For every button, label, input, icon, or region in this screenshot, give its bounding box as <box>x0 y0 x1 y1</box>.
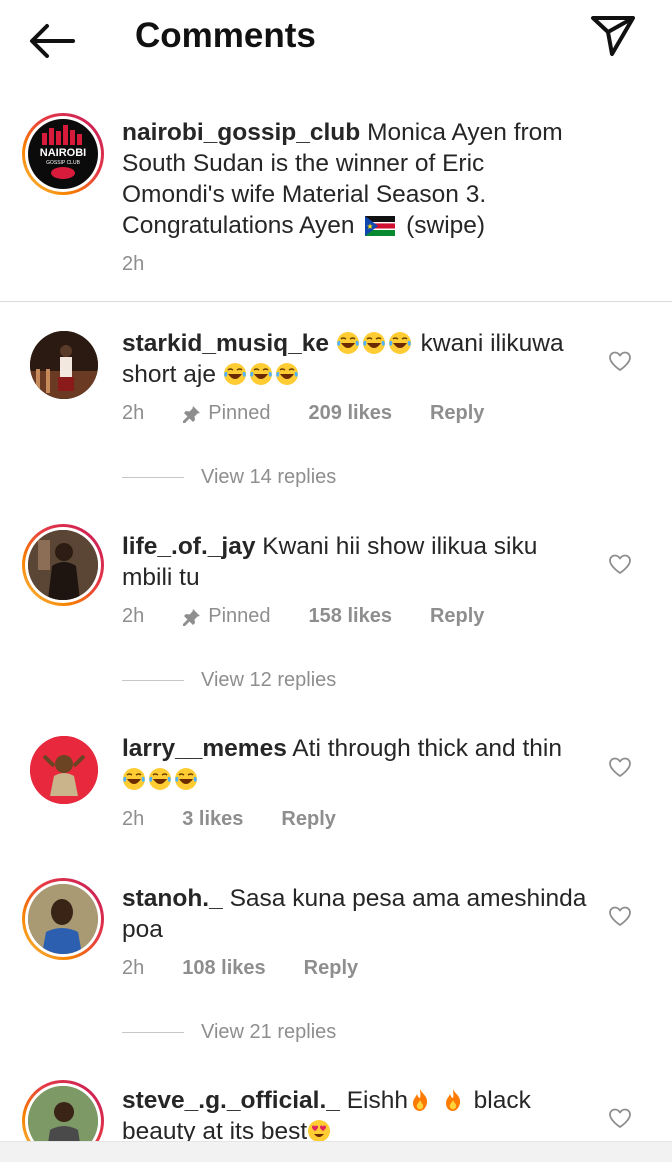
user-photo <box>30 736 98 804</box>
replies-divider <box>122 477 184 478</box>
reply-button[interactable]: Reply <box>281 808 335 831</box>
comment-time: 2h <box>122 605 145 627</box>
comment-meta: 2h 3 likes Reply <box>122 808 374 831</box>
comment-text: life_.of._jay Kwani hii show ilikua siku… <box>122 531 592 593</box>
replies-divider <box>122 680 184 681</box>
pinned-label: Pinned <box>182 605 271 628</box>
comment-time: 2h <box>122 402 145 424</box>
view-replies-label[interactable]: View 14 replies <box>201 466 336 489</box>
laughing-emoji-icon <box>122 767 146 791</box>
arrow-left-icon[interactable] <box>28 22 76 60</box>
heart-outline-icon[interactable] <box>608 350 632 372</box>
fire-emoji-icon <box>441 1088 465 1112</box>
comment-time: 2h <box>122 957 145 979</box>
pinned-text: Pinned <box>208 402 271 424</box>
comment-username[interactable]: stanoh._ <box>122 885 223 912</box>
user-photo <box>28 884 98 954</box>
south-sudan-flag-icon <box>365 216 396 236</box>
heart-outline-icon[interactable] <box>608 553 632 575</box>
view-replies-button[interactable]: View 21 replies <box>122 1021 336 1044</box>
comment-text: larry__memes Ati through thick and thin <box>122 733 592 795</box>
caption-avatar[interactable]: NAIROBI GOSSIP CLUB <box>22 113 104 195</box>
heart-outline-icon[interactable] <box>608 1107 632 1129</box>
comment-username[interactable]: starkid_musiq_ke <box>122 330 329 357</box>
comment-body: Ati through thick and thin <box>292 735 562 762</box>
page-title: Comments <box>135 16 316 55</box>
bottom-edge-bar <box>0 1141 672 1162</box>
likes-count[interactable]: 209 likes <box>309 402 392 425</box>
paper-plane-icon[interactable] <box>590 14 636 58</box>
likes-count[interactable]: 158 likes <box>309 605 392 628</box>
pin-icon <box>182 404 202 424</box>
caption-username[interactable]: nairobi_gossip_club <box>122 119 360 146</box>
heart-outline-icon[interactable] <box>608 905 632 927</box>
comment-meta: 2h Pinned 209 likes Reply <box>122 402 522 425</box>
reply-button[interactable]: Reply <box>430 402 484 425</box>
laughing-emoji-icon <box>275 362 299 386</box>
heart-eyes-emoji-icon <box>307 1119 331 1143</box>
caption-meta: 2h <box>122 253 182 276</box>
user-photo <box>30 331 98 399</box>
comment-meta: 2h 108 likes Reply <box>122 957 396 980</box>
post-caption: NAIROBI GOSSIP CLUB nairobi_gossip_club … <box>0 105 672 302</box>
comment-username[interactable]: larry__memes <box>122 735 287 762</box>
laughing-emoji-icon <box>249 362 273 386</box>
view-replies-button[interactable]: View 12 replies <box>122 669 336 692</box>
caption-swipe: (swipe) <box>406 212 486 239</box>
comment-avatar[interactable] <box>22 524 104 606</box>
caption-text: nairobi_gossip_club Monica Ayen from Sou… <box>122 117 592 241</box>
likes-count[interactable]: 108 likes <box>182 957 265 980</box>
comment-text: stanoh._ Sasa kuna pesa ama ameshinda po… <box>122 883 592 945</box>
comment-username[interactable]: life_.of._jay <box>122 533 255 560</box>
user-photo <box>28 530 98 600</box>
comment-text: steve_.g._official._ Eishh black beauty … <box>122 1085 592 1147</box>
comment-meta: 2h Pinned 158 likes Reply <box>122 605 522 628</box>
heart-outline-icon[interactable] <box>608 756 632 778</box>
laughing-emoji-icon <box>223 362 247 386</box>
pin-icon <box>182 607 202 627</box>
view-replies-label[interactable]: View 12 replies <box>201 669 336 692</box>
comment-time: 2h <box>122 808 145 830</box>
pinned-text: Pinned <box>208 605 271 627</box>
comment-text: starkid_musiq_ke kwani ilikuwa short aje <box>122 328 592 390</box>
laughing-emoji-icon <box>388 331 412 355</box>
laughing-emoji-icon <box>174 767 198 791</box>
reply-button[interactable]: Reply <box>430 605 484 628</box>
laughing-emoji-icon <box>336 331 360 355</box>
view-replies-label[interactable]: View 21 replies <box>201 1021 336 1044</box>
comment-avatar[interactable] <box>30 736 98 804</box>
caption-time: 2h <box>122 253 145 275</box>
comment-avatar[interactable] <box>22 878 104 960</box>
reply-button[interactable]: Reply <box>304 957 358 980</box>
comment-username[interactable]: steve_.g._official._ <box>122 1087 340 1114</box>
avatar-logo-text: NAIROBI <box>39 147 87 159</box>
laughing-emoji-icon <box>362 331 386 355</box>
comment-body: Eishh <box>346 1087 408 1114</box>
laughing-emoji-icon <box>148 767 172 791</box>
likes-count[interactable]: 3 likes <box>182 808 243 831</box>
pinned-label: Pinned <box>182 402 271 425</box>
fire-emoji-icon <box>408 1088 432 1112</box>
header-bar: Comments <box>0 0 672 80</box>
replies-divider <box>122 1032 184 1033</box>
avatar-logo-subtext: GOSSIP CLUB <box>46 160 80 166</box>
view-replies-button[interactable]: View 14 replies <box>122 466 336 489</box>
comment-avatar[interactable] <box>30 331 98 399</box>
